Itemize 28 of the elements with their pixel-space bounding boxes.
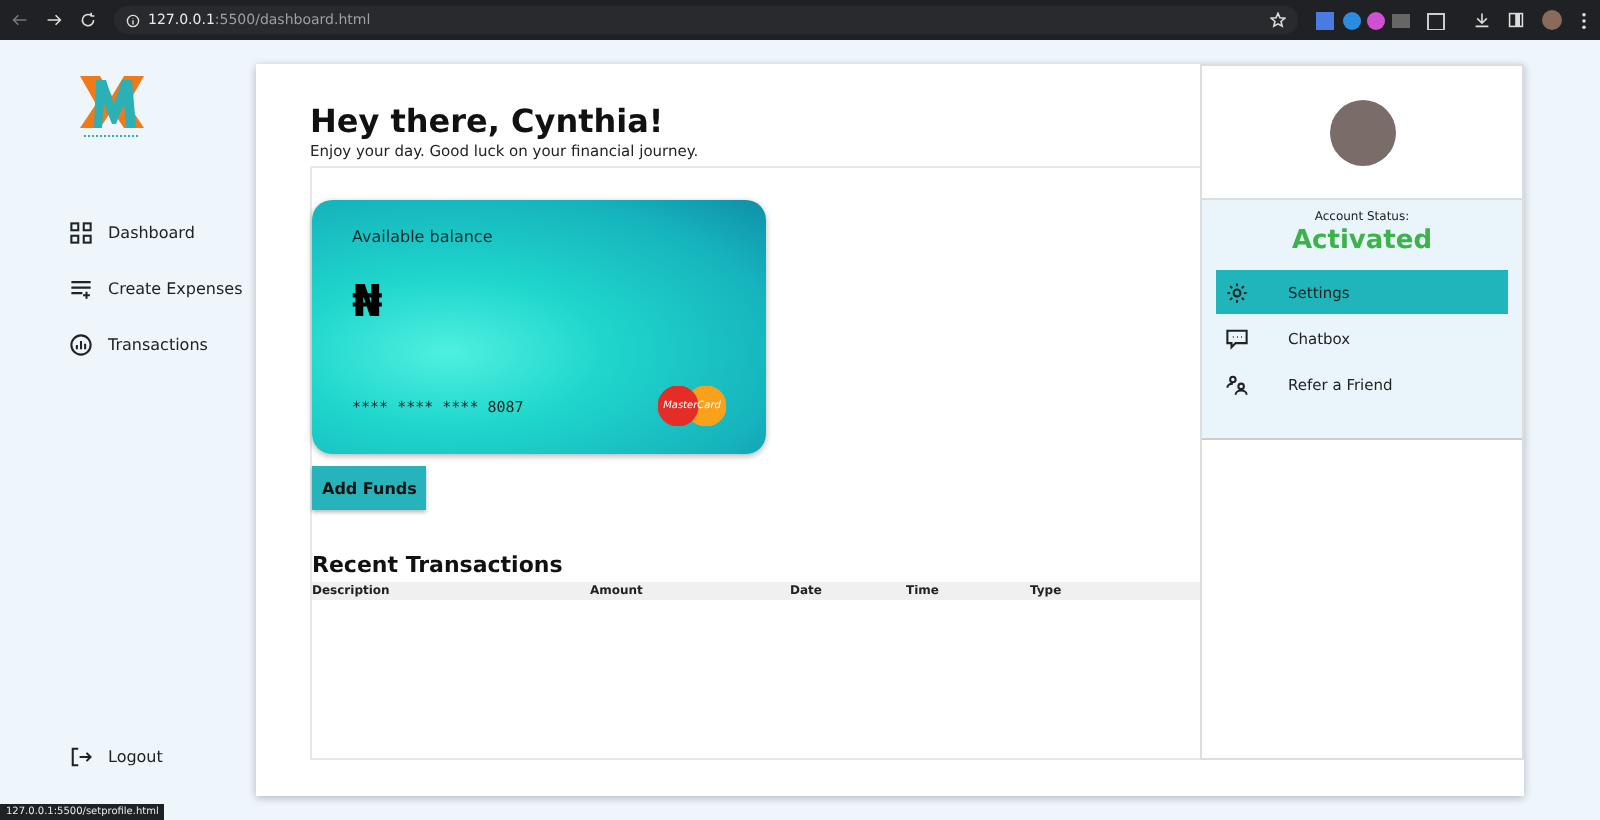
profile-avatar-icon[interactable] [1542,10,1562,30]
sidebar-item[interactable]: Dashboard [70,216,256,248]
menu-icon[interactable] [1580,11,1588,29]
list-plus-icon [70,277,92,299]
settings-icon [1226,281,1248,303]
sidebar-item[interactable]: Transactions [70,328,256,360]
sidebar-item[interactable]: Create Expenses [70,272,256,304]
chat-icon [1226,327,1248,349]
back-icon[interactable] [12,12,28,28]
logout-link[interactable]: Logout [70,740,256,772]
side-panel-icon[interactable] [1508,12,1524,28]
grid-icon [70,221,92,243]
chart-icon [70,333,92,355]
people-icon [1226,373,1248,395]
logout-icon [70,745,92,767]
logo-icon [76,72,148,140]
section-title: Recent Transactions [312,552,565,578]
balance-label: Available balance [352,228,495,246]
currency-symbol: ₦ [352,278,385,328]
info-icon[interactable] [126,13,140,27]
greeting-title: Hey there, Cynthia! [310,104,666,140]
add-funds-button[interactable]: Add Funds [312,466,427,510]
reload-icon[interactable] [80,12,96,28]
avatar-placeholder [1329,99,1395,165]
status-value: Activated [1289,226,1435,256]
forward-icon[interactable] [46,12,62,28]
star-icon[interactable] [1270,12,1286,28]
download-icon[interactable] [1474,12,1490,28]
